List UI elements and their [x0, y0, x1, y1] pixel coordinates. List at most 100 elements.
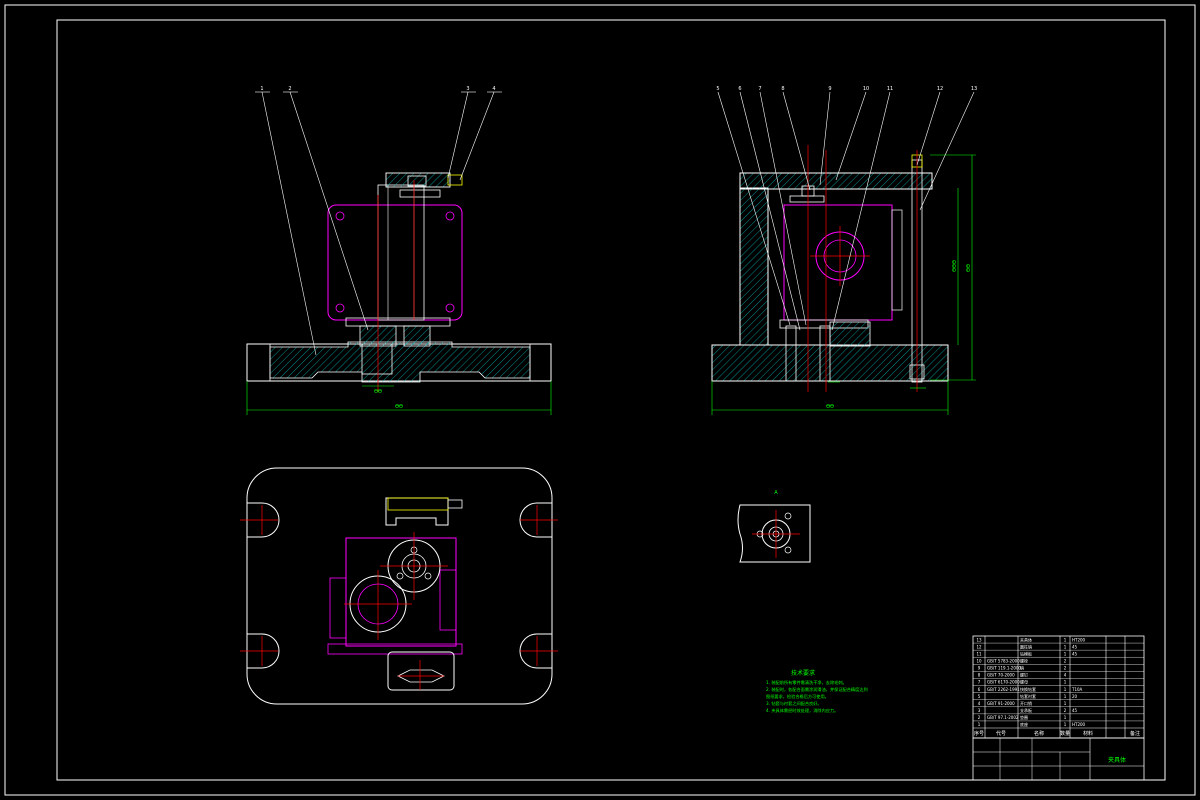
- bom-cell: 1: [1064, 715, 1067, 720]
- tech-req-line-3: 图纸要求，检验合格后方可使用。: [766, 693, 829, 700]
- side-workpiece: [783, 204, 893, 321]
- bom-cell: 钻模板: [1020, 650, 1032, 656]
- bom-cell: 2: [978, 715, 981, 720]
- side-balloon-11: 11: [887, 86, 893, 92]
- front-balloon-1: 1: [260, 86, 263, 92]
- side-balloon-8: 8: [781, 86, 784, 92]
- bom-cell: 8: [978, 673, 981, 678]
- bom-header-index: 序号: [974, 730, 984, 737]
- bom-cell: 6: [978, 687, 981, 692]
- bom-cell: GB/T 91-2000: [987, 701, 1015, 706]
- front-dim-bore-text: ѲѲ: [374, 389, 382, 395]
- front-view: ѲѲ ѲѲ 1 2 3 4: [246, 86, 552, 415]
- bom-header-material: 材料: [1083, 730, 1093, 737]
- bom-cell: 12: [976, 644, 982, 649]
- drawing-name: 夹具体: [1108, 756, 1126, 764]
- bom-header-qty: 数量: [1060, 730, 1070, 737]
- bom-cell: GB/T 70-2000: [987, 673, 1015, 678]
- side-balloon-6: 6: [738, 86, 741, 92]
- side-balloon-10: 10: [863, 86, 869, 92]
- side-top-plate: [739, 172, 933, 190]
- side-balloon-7: 7: [758, 86, 761, 92]
- bom-cell: GB/T 97.1-2002: [987, 715, 1019, 720]
- front-dim-base-width-text: ѲѲ: [395, 404, 403, 410]
- side-dim-inner-height-text: ѲѲѲ: [952, 260, 958, 272]
- bom-cell: 螺钉: [1020, 672, 1028, 678]
- bom-cell: 20: [1072, 694, 1078, 699]
- bom-cell: 5: [978, 694, 981, 699]
- bom-cell: GB/T 2262-1991: [987, 687, 1020, 692]
- detail-view-a: A: [737, 490, 811, 563]
- bom-cell: 螺栓: [1020, 658, 1028, 664]
- bom-cell: 1: [1064, 687, 1067, 692]
- title-block: 夹具体 序号 代号 名称 数量 材料 备注 13 夹具体 1 HT20012 圆柱销 1 4…: [972, 635, 1145, 781]
- side-balloon-5: 5: [716, 86, 719, 92]
- bom-cell: T10A: [1071, 687, 1083, 692]
- front-balloon-2: 2: [288, 86, 291, 92]
- bom-cell: 2: [1064, 708, 1067, 713]
- bom-cell: 快换钻套: [1020, 686, 1036, 692]
- bom-cell: 1: [1064, 644, 1067, 649]
- side-balloon-9: 9: [828, 86, 831, 92]
- bom-cell: 1: [1064, 694, 1067, 699]
- bom-cell: 螺母: [1020, 679, 1028, 685]
- tech-req-line-4: 3. 钻套与衬套之间配合良好。: [766, 700, 822, 707]
- front-base-hatch: [269, 341, 531, 383]
- side-upright: [739, 187, 769, 346]
- side-balloon-13: 13: [971, 86, 977, 92]
- front-workpiece: [327, 204, 463, 321]
- side-dim-total-height-text: ѲѲ: [966, 264, 972, 272]
- tech-req-line-2: 2. 装配时，各配合面需涂润滑油，并保证配合精度达到: [766, 686, 868, 693]
- bom-cell: 1: [1064, 701, 1067, 706]
- bom-cell: 45: [1072, 644, 1078, 649]
- tech-req-line-1: 1. 装配前所有零件需清洗干净，去除毛刺。: [766, 679, 847, 686]
- detail-view-label: A: [774, 490, 778, 496]
- top-view: [240, 467, 558, 705]
- bom-cell: 垫圈: [1020, 714, 1028, 720]
- bom-cell: GB/T 6170-2000: [987, 680, 1020, 685]
- bom-cell: 13: [976, 637, 982, 642]
- bom-cell: 45: [1072, 708, 1078, 713]
- bom-cell: 2: [1064, 666, 1067, 671]
- cad-drawing-canvas: ѲѲ ѲѲ 1 2 3 4 ѲѲ ѲѲ ѲѲѲ 5 6 7 8 9 10 11 …: [4, 4, 1196, 796]
- front-balloon-3: 3: [466, 86, 469, 92]
- bom-cell: 9: [978, 666, 981, 671]
- front-top-plate: [385, 172, 451, 188]
- bom-cell: 销: [1020, 665, 1024, 671]
- side-balloon-12: 12: [937, 86, 943, 92]
- bom-cell: GB/T 5783-2000: [987, 659, 1020, 664]
- bom-cell: 10: [976, 659, 982, 664]
- technical-requirements: 技术要求 1. 装配前所有零件需清洗干净，去除毛刺。 2. 装配时，各配合面需涂…: [766, 669, 868, 714]
- bom-cell: 4: [978, 701, 981, 706]
- bom-header-name: 名称: [1034, 730, 1044, 737]
- bom-cell: 4: [1064, 673, 1067, 678]
- bom-cell: HT200: [1072, 722, 1086, 727]
- bom-cell: 开口销: [1020, 700, 1032, 706]
- bom-header-code: 代号: [996, 730, 1006, 737]
- bom-cell: GB/T 119.1-2000: [987, 666, 1021, 671]
- bom-cell: 45: [1072, 651, 1078, 656]
- bom-cell: 2: [1064, 659, 1067, 664]
- outer-sheet-border: [4, 4, 1196, 796]
- bom-cell: 1: [1064, 722, 1067, 727]
- front-balloon-4: 4: [492, 86, 495, 92]
- tech-req-line-5: 4. 夹具体需经时效处理，消除内应力。: [766, 707, 838, 714]
- bom-cell: 3: [978, 708, 981, 713]
- bom-cell: 11: [976, 651, 982, 656]
- bom-cell: HT200: [1072, 637, 1086, 642]
- bom-cell: 1: [978, 722, 981, 727]
- side-dim-base-width-text: ѲѲ: [826, 404, 834, 410]
- bom-cell: 1: [1064, 651, 1067, 656]
- bom-header-remark: 备注: [1130, 730, 1140, 737]
- tech-req-title: 技术要求: [791, 669, 815, 677]
- side-view: ѲѲ ѲѲ ѲѲѲ 5 6 7 8 9 10 11 12 13: [711, 86, 977, 415]
- bom-cell: 钻套衬套: [1020, 693, 1036, 699]
- bom-cell: 底座: [1020, 721, 1028, 727]
- bom-cell: 1: [1064, 680, 1067, 685]
- bom-cell: 1: [1064, 637, 1067, 642]
- bom-cell: 支承板: [1020, 707, 1032, 713]
- bom-cell: 夹具体: [1020, 636, 1032, 642]
- bom-cell: 圆柱销: [1020, 643, 1032, 649]
- bom-rows: 13 夹具体 1 HT20012 圆柱销 1 4511 钻模板 1 4510 GB/T 5783-2…: [973, 636, 1144, 727]
- bom-cell: 7: [978, 680, 981, 685]
